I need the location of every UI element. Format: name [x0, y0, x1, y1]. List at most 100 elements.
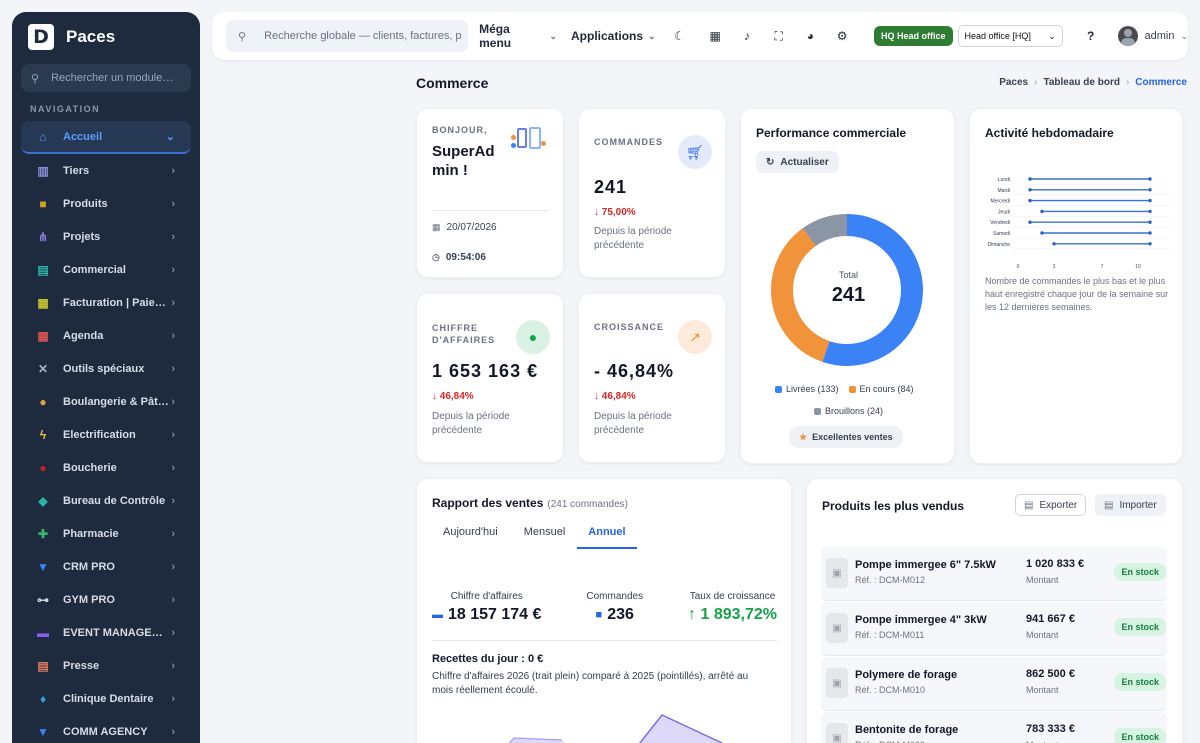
tab-today[interactable]: Aujourd'hui — [431, 526, 510, 549]
box-icon: ▣ — [826, 668, 848, 698]
applications-button[interactable]: Applications ⌄ — [571, 29, 656, 43]
sidebar-item[interactable]: ϟ Electrification › — [21, 418, 191, 451]
chevron-down-icon: ⌄ — [1048, 30, 1056, 41]
sidebar-item[interactable]: ▤ Presse › — [21, 649, 191, 682]
trend-chart-icon: ↗ — [678, 320, 712, 354]
hq-badge[interactable]: HQ Head office — [873, 26, 953, 46]
moon-icon[interactable]: ☾ — [664, 20, 696, 52]
chevron-right-icon: › — [171, 725, 175, 738]
divider — [432, 640, 777, 641]
range-point — [1148, 177, 1152, 181]
chevron-right-icon: › — [171, 230, 175, 243]
sidebar-item[interactable]: ▼ COMM AGENCY › — [21, 715, 191, 743]
sidebar-item[interactable]: ✕ Outils spéciaux › — [21, 352, 191, 385]
sidebar-item-label: Bureau de Contrôle — [63, 494, 166, 507]
stock-badge: En stock — [1114, 728, 1166, 743]
product-amount-label: Montant — [1026, 685, 1059, 695]
stat-label: Taux de croissance — [689, 591, 776, 602]
sidebar-item[interactable]: ♦ Clinique Dentaire › — [21, 682, 191, 715]
export-button[interactable]: ▤ Exporter — [1015, 494, 1087, 516]
legend-label: Brouillons (24) — [824, 406, 884, 416]
user-menu[interactable]: admin ⌄ — [1118, 26, 1188, 46]
sidebar-item[interactable]: ▬ EVENT MANAGEME... › — [21, 616, 191, 649]
range-point — [1052, 242, 1056, 246]
breadcrumb-separator: › — [1125, 77, 1130, 88]
welcome-card: BONJOUR, SuperAd min ! ▦ 20/07/2026 ◷ 09… — [416, 108, 564, 278]
sidebar-item[interactable]: ◆ Bureau de Contrôle › — [21, 484, 191, 517]
chevron-right-icon: › — [171, 263, 175, 276]
breadcrumb-item[interactable]: Tableau de bord — [1043, 77, 1120, 88]
category-tick-label: Vendredi — [990, 220, 1010, 226]
product-row[interactable]: ▣ Pompe immergee 4" 3kW Réf. : DCM-M011 941… — [821, 602, 1167, 656]
sidebar-item-icon: ● — [39, 460, 47, 475]
sidebar-item[interactable]: ▼ CRM PRO › — [21, 550, 191, 583]
range-point — [1028, 198, 1032, 203]
wallet-icon: ▬ — [432, 609, 443, 621]
range-point — [1028, 188, 1032, 192]
tab-annual[interactable]: Annuel — [577, 526, 637, 549]
palette-icon[interactable]: ◕ — [795, 20, 827, 52]
chevron-right-icon: › — [171, 461, 175, 474]
office-select[interactable]: Head office [HQ] ⌄ — [957, 25, 1063, 47]
sidebar-item-label: Projets — [63, 230, 101, 243]
sidebar-item[interactable]: ▥ Tiers › — [21, 154, 191, 187]
chart-legend: Livrées (133) En cours (84) — [775, 384, 914, 394]
top-products-title: Produits les plus vendus — [822, 499, 965, 513]
chevron-down-icon: ⌄ — [549, 30, 558, 41]
apps-grid-icon[interactable]: ▦ — [699, 20, 731, 52]
mega-menu-button[interactable]: Méga menu ⌄ — [479, 22, 557, 50]
growth-value: - 46,84% — [594, 361, 675, 381]
sidebar-item[interactable]: ■ Produits › — [21, 187, 191, 220]
chevron-right-icon: › — [171, 494, 175, 507]
brand[interactable]: D Paces — [12, 14, 200, 60]
stat-label: Commandes — [586, 591, 644, 602]
sidebar-item-label: Boulangerie & Pâtiss... — [63, 395, 172, 408]
x-tick-label: 3 — [1053, 264, 1056, 270]
range-point — [1148, 198, 1152, 203]
chevron-right-icon: › — [171, 593, 175, 606]
stat-growth-rate: Taux de croissance ↑ 1 893,72% — [688, 591, 777, 624]
sidebar-item[interactable]: ⊶ GYM PRO › — [21, 583, 191, 616]
category-tick-label: Dimanche — [987, 242, 1010, 248]
product-ref: Réf. : DCM-M011 — [855, 630, 925, 640]
stat-orders: Commandes ■ 236 — [586, 591, 643, 624]
gear-icon[interactable]: ⚙ — [826, 20, 858, 52]
global-search-input[interactable]: ⚲ Recherche globale — clients, factures,… — [226, 20, 469, 52]
sidebar-item-label: Electrification — [63, 428, 136, 441]
fullscreen-icon[interactable]: ⛶ — [763, 20, 795, 52]
growth-label: CROISSANCE — [594, 322, 665, 332]
x-tick-label: 0 — [1017, 264, 1020, 270]
sidebar-item[interactable]: ▤ Commercial › — [21, 253, 191, 286]
divider — [432, 210, 548, 211]
bell-icon[interactable]: ♪ — [731, 20, 763, 52]
range-point — [1040, 231, 1044, 235]
sidebar-item[interactable]: ▦ Agenda › — [21, 319, 191, 352]
chevron-right-icon: › — [171, 428, 175, 441]
sidebar-item-icon: ▥ — [37, 163, 49, 178]
sidebar-item[interactable]: ⋔ Projets › — [21, 220, 191, 253]
sidebar-item[interactable]: ● Boulangerie & Pâtiss... › — [21, 385, 191, 418]
product-row[interactable]: ▣ Polymere de forage Réf. : DCM-M010 862 50… — [821, 657, 1167, 711]
sidebar-item[interactable]: ● Boucherie › — [21, 451, 191, 484]
sidebar-item[interactable]: ✚ Pharmacie › — [21, 517, 191, 550]
breadcrumb-item[interactable]: Paces — [999, 77, 1028, 88]
product-row[interactable]: ▣Bentonite de forageRéf. : DCM-M009783 3… — [821, 712, 1167, 743]
sidebar-item-icon: ▤ — [37, 262, 49, 277]
applications-label: Applications — [571, 29, 644, 43]
refresh-button[interactable]: ↻ Actualiser — [756, 151, 839, 173]
range-point — [1148, 209, 1152, 214]
module-search-input[interactable]: ⚲ Rechercher un module… — [21, 64, 191, 92]
user-greeting-name: SuperAd min ! — [432, 142, 495, 180]
sales-report-subtitle: (241 commandes) — [547, 499, 628, 510]
product-row[interactable]: ▣ Pompe immergee 6" 7.5kW Réf. : DCM-M012 1… — [821, 547, 1167, 601]
topbar: ⚲ Recherche globale — clients, factures,… — [212, 12, 1188, 60]
help-icon[interactable]: ? — [1075, 20, 1107, 52]
stat-value-row: ▬ 18 157 174 € — [432, 606, 541, 624]
piggy-bank-icon: ● — [516, 320, 550, 354]
sidebar-item[interactable]: ▦ Facturation | Paiement › — [21, 286, 191, 319]
import-button[interactable]: ▤ Importer — [1095, 494, 1166, 516]
sidebar-item[interactable]: ⌂ Accueil ⌄ — [21, 121, 191, 154]
tab-monthly[interactable]: Mensuel — [510, 526, 578, 549]
daily-revenue-note: Chiffre d'affaires 2026 (trait plein) co… — [432, 671, 749, 696]
date-row: ▦ 20/07/2026 — [432, 222, 497, 233]
